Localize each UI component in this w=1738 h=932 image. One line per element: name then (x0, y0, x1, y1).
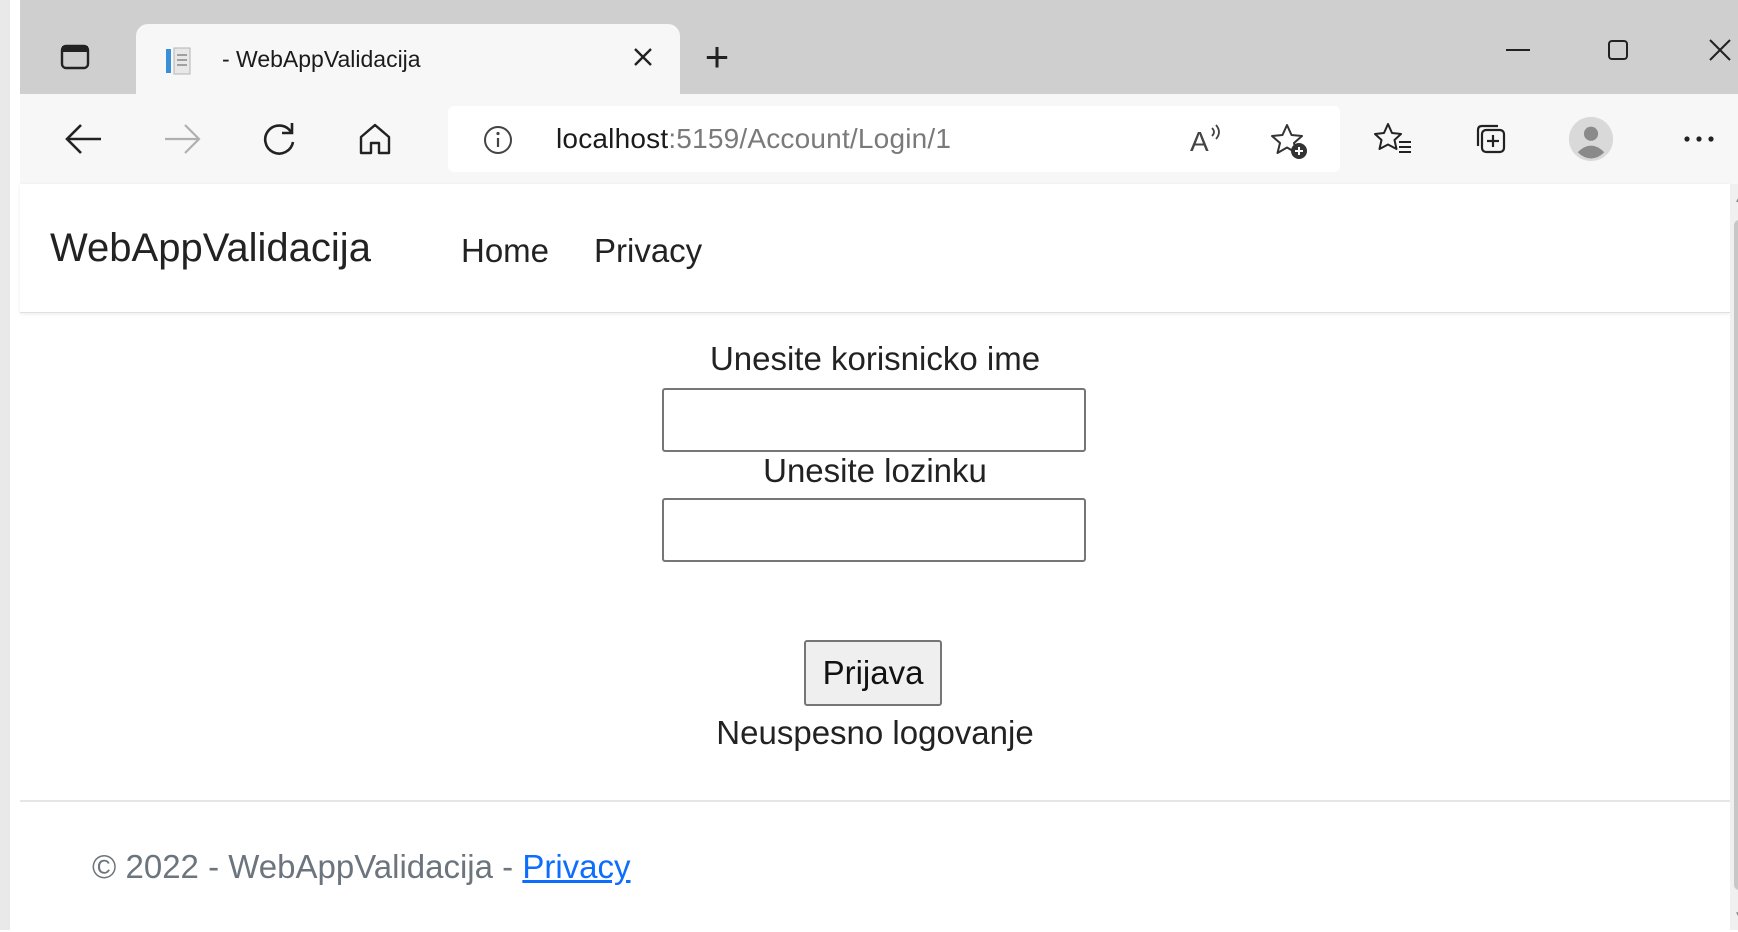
refresh-icon[interactable] (256, 116, 302, 162)
address-url[interactable]: localhost:5159/Account/Login/1 (556, 123, 951, 155)
collections-icon[interactable] (1468, 116, 1514, 162)
password-label: Unesite lozinku (763, 452, 987, 489)
tab-actions-icon[interactable] (60, 44, 90, 70)
scroll-thumb[interactable] (1734, 220, 1738, 890)
page-scrollbar[interactable]: ▲ ▼ (1730, 184, 1738, 930)
site-footer: © 2022 - WebAppValidacija - Privacy (20, 800, 1730, 932)
footer-privacy-link[interactable]: Privacy (522, 848, 630, 885)
login-button[interactable]: Prijava (804, 640, 942, 706)
browser-window: - WebAppValidacija + localhost:5159/Acco… (0, 0, 1738, 930)
read-aloud-icon[interactable]: A (1188, 122, 1228, 158)
address-host: localhost (556, 123, 669, 154)
scroll-down-icon[interactable]: ▼ (1734, 910, 1738, 922)
site-info-icon[interactable] (482, 124, 514, 156)
footer-copyright: © 2022 - WebAppValidacija - (92, 848, 523, 885)
close-icon[interactable] (628, 44, 658, 74)
title-bar: - WebAppValidacija + (20, 0, 1738, 94)
svg-text:A: A (1190, 126, 1209, 157)
tab-title: - WebAppValidacija (222, 46, 421, 72)
home-icon[interactable] (352, 116, 398, 162)
site-navbar: WebAppValidacija Home Privacy (20, 184, 1730, 313)
password-input[interactable] (662, 498, 1086, 562)
profile-icon[interactable] (1568, 116, 1614, 162)
scroll-up-icon[interactable]: ▲ (1734, 194, 1738, 206)
nav-link-privacy[interactable]: Privacy (594, 232, 702, 270)
favorites-icon[interactable] (1370, 116, 1416, 162)
browser-tab[interactable]: - WebAppValidacija (136, 24, 680, 94)
browser-toolbar: localhost:5159/Account/Login/1 A (20, 94, 1738, 185)
login-form: Unesite korisnicko ime Unesite lozinku P… (20, 312, 1730, 796)
more-icon[interactable] (1676, 116, 1722, 162)
close-window-icon[interactable] (1690, 26, 1738, 74)
footer-text: © 2022 - WebAppValidacija - Privacy (92, 848, 631, 886)
address-bar[interactable]: localhost:5159/Account/Login/1 A (448, 106, 1340, 172)
login-error-message: Neuspesno logovanje (716, 714, 1034, 751)
address-path: :5159/Account/Login/1 (668, 123, 952, 154)
new-tab-button[interactable]: + (692, 36, 742, 82)
page-favicon-icon (164, 46, 192, 76)
minimize-icon[interactable] (1488, 26, 1548, 74)
forward-icon[interactable] (160, 116, 206, 162)
add-favorite-icon[interactable] (1270, 122, 1310, 162)
username-label: Unesite korisnicko ime (709, 340, 1041, 377)
back-icon[interactable] (60, 116, 106, 162)
navbar-brand[interactable]: WebAppValidacija (50, 226, 371, 271)
nav-link-home[interactable]: Home (461, 232, 549, 270)
username-input[interactable] (662, 388, 1086, 452)
page-content: WebAppValidacija Home Privacy Unesite ko… (20, 184, 1730, 930)
maximize-icon[interactable] (1588, 26, 1648, 74)
